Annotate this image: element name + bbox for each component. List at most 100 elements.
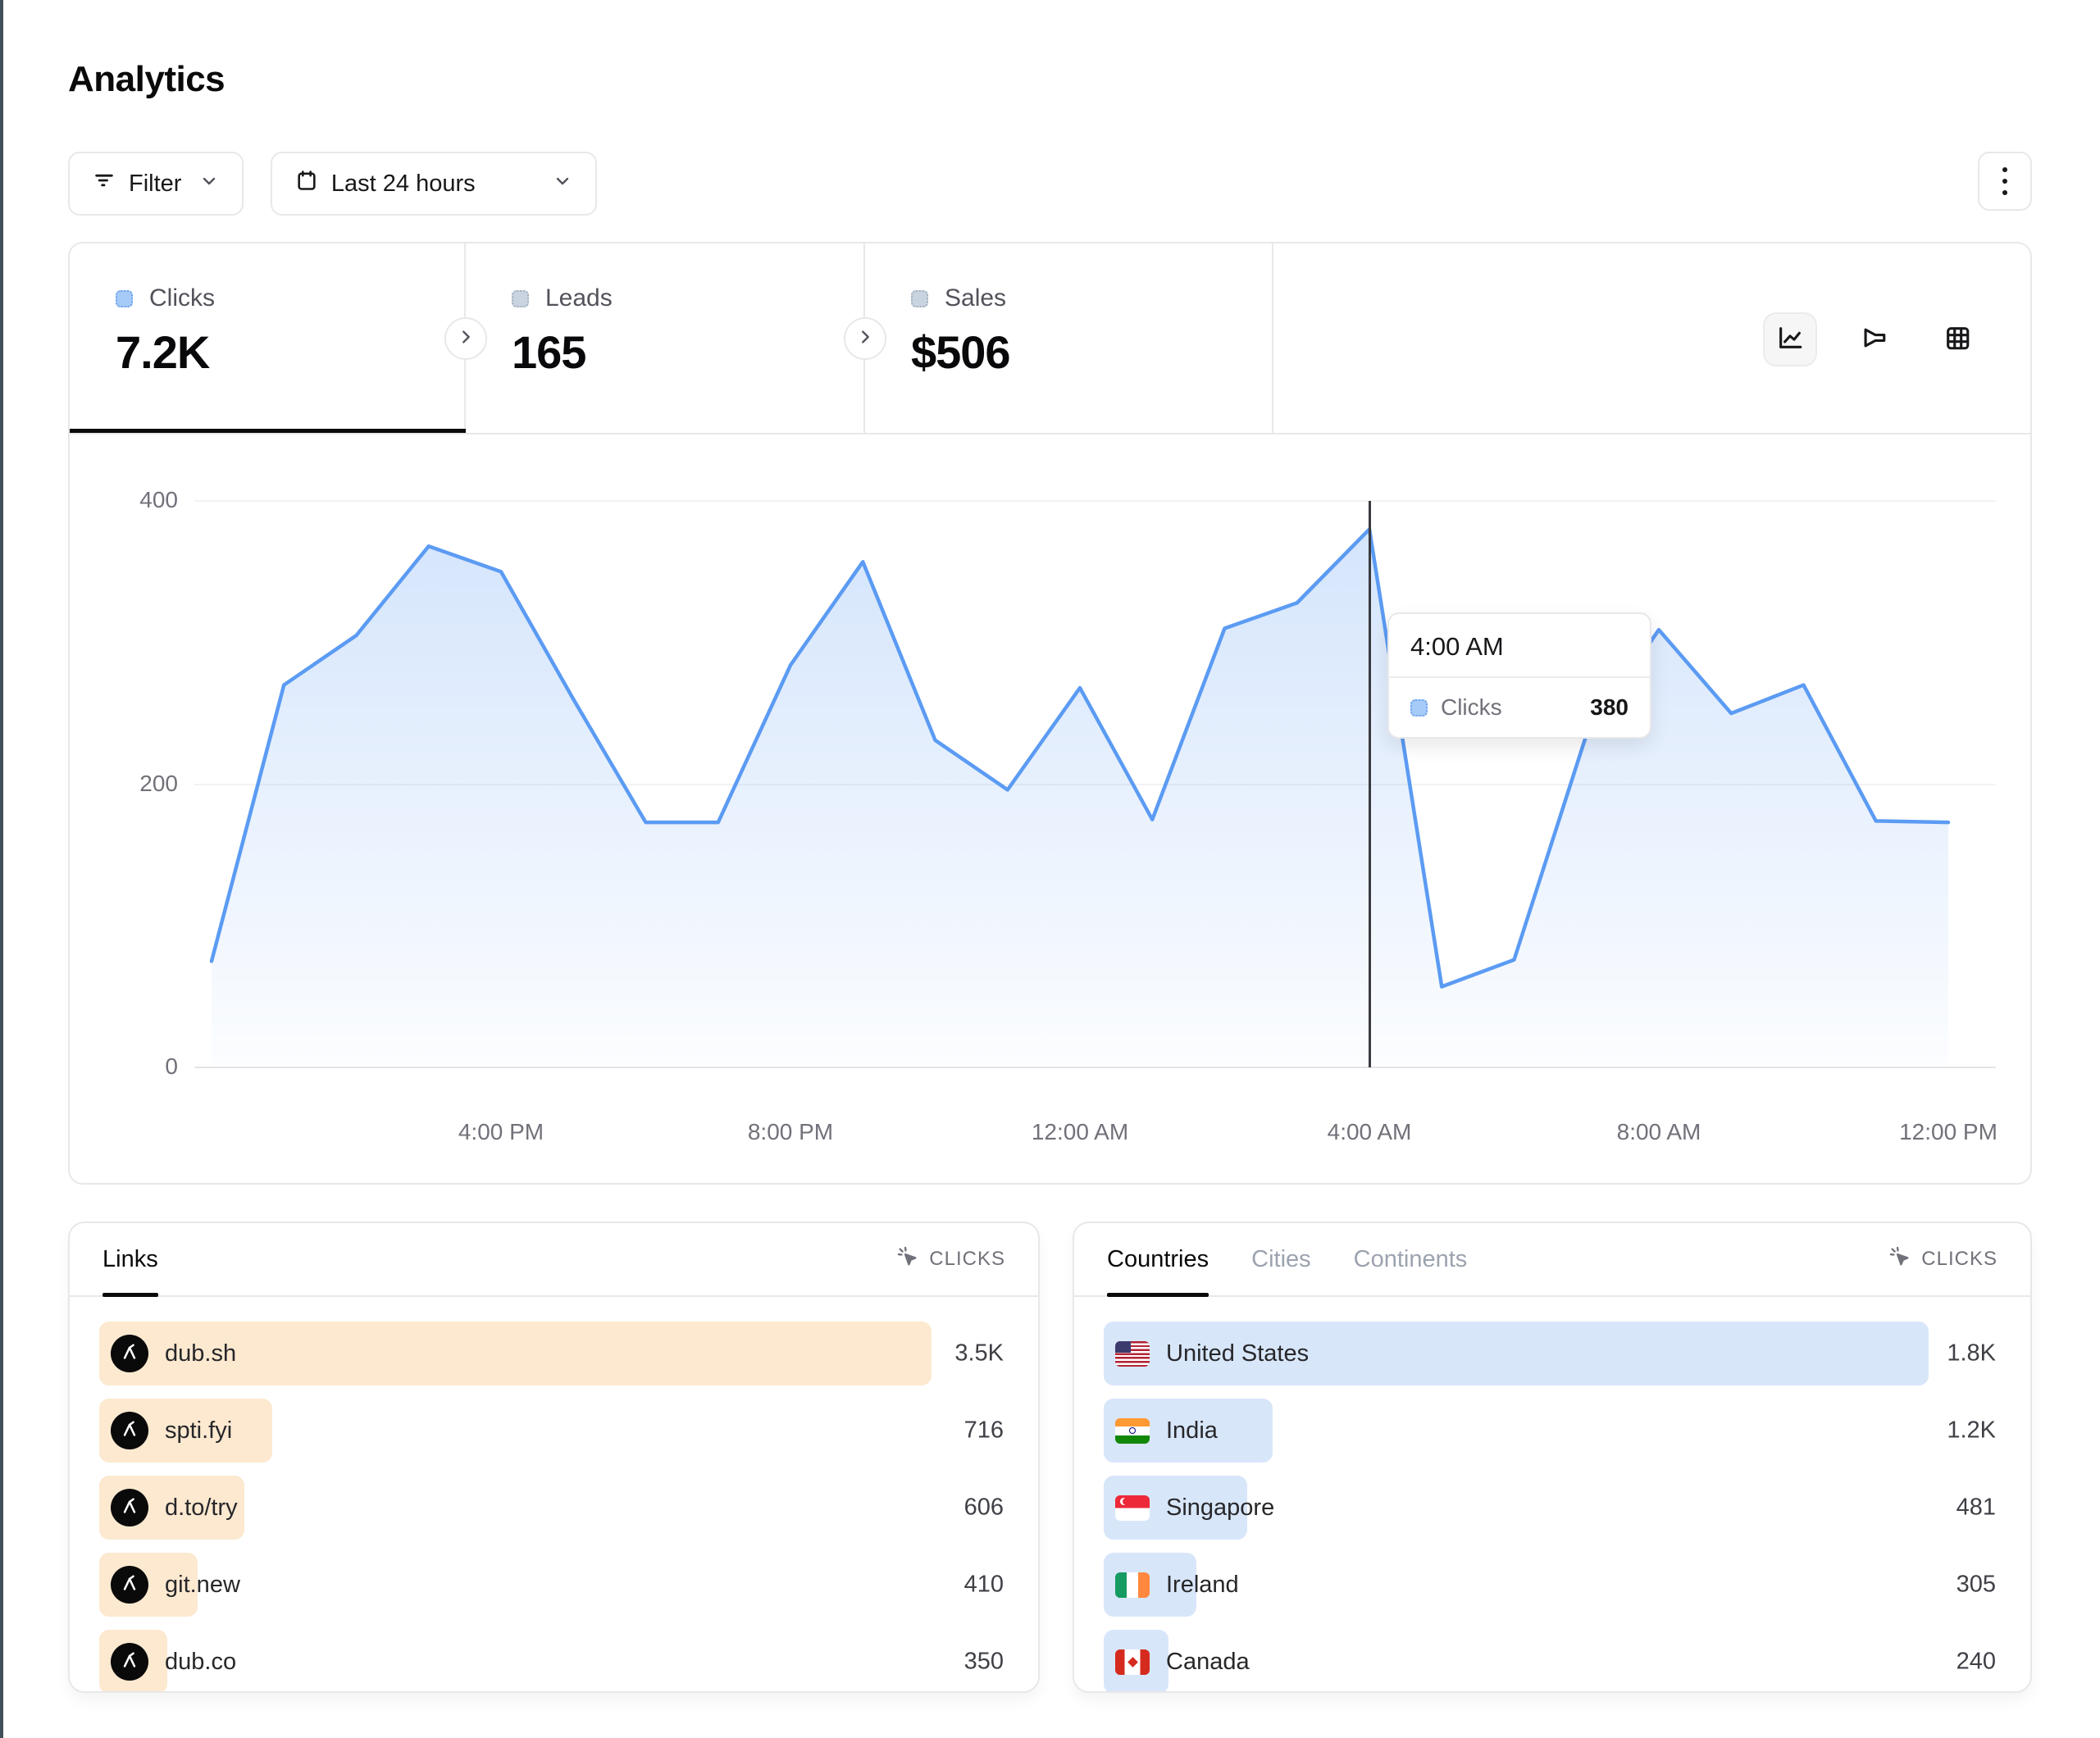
countries-panel-header: Countries Cities Continents CLICKS xyxy=(1074,1223,2030,1297)
dub-logo-icon xyxy=(111,1489,148,1526)
tab-clicks[interactable]: Clicks 7.2K xyxy=(70,243,466,433)
tooltip-value: 380 xyxy=(1590,694,1629,721)
links-panel-header: Links CLICKS xyxy=(70,1223,1038,1297)
link-row[interactable]: git.new 410 xyxy=(99,1553,1009,1617)
links-metric-header[interactable]: CLICKS xyxy=(896,1245,1005,1274)
tooltip-series-label: Clicks xyxy=(1441,694,1502,721)
singapore-flag-icon xyxy=(1115,1495,1150,1521)
clicks-chart[interactable]: 400 200 0 4:00 AM xyxy=(70,434,2030,1183)
date-range-button[interactable]: Last 24 hours xyxy=(271,152,597,216)
country-row[interactable]: United States 1.8K xyxy=(1104,1322,2001,1385)
sales-value: $506 xyxy=(911,325,1272,379)
filter-icon xyxy=(93,169,116,198)
toolbar: Filter Last 24 hours xyxy=(68,152,2032,217)
countries-panel: Countries Cities Continents CLICKS xyxy=(1073,1222,2032,1693)
link-row[interactable]: dub.co 350 xyxy=(99,1630,1009,1693)
country-label: Canada xyxy=(1166,1649,1250,1676)
link-row[interactable]: spti.fyi 716 xyxy=(99,1399,1009,1463)
x-axis-tick: 4:00 PM xyxy=(458,1119,544,1145)
country-label: United States xyxy=(1166,1340,1309,1367)
clicks-legend-chip xyxy=(116,290,133,307)
filter-button[interactable]: Filter xyxy=(68,152,244,216)
leads-tab-label: Leads xyxy=(545,284,613,312)
countries-rows: United States 1.8K India 1.2K xyxy=(1074,1297,2030,1693)
window-edge-stripe xyxy=(0,0,3,1738)
tab-links[interactable]: Links xyxy=(102,1223,158,1295)
link-row[interactable]: d.to/try 606 xyxy=(99,1476,1009,1540)
tooltip-time: 4:00 AM xyxy=(1389,614,1650,678)
tooltip-legend-chip xyxy=(1410,699,1428,717)
country-label: India xyxy=(1166,1417,1218,1445)
chevron-down-icon xyxy=(553,171,572,198)
sales-tab-label: Sales xyxy=(945,284,1006,312)
tab-continents[interactable]: Continents xyxy=(1354,1223,1468,1295)
countries-metric-header[interactable]: CLICKS xyxy=(1888,1245,1998,1274)
date-range-label: Last 24 hours xyxy=(331,171,476,198)
country-row[interactable]: Ireland 305 xyxy=(1104,1553,2001,1617)
chart-tooltip: 4:00 AM Clicks 380 xyxy=(1387,612,1651,739)
country-clicks-value: 1.2K xyxy=(1947,1417,1996,1445)
country-clicks-value: 481 xyxy=(1957,1495,1996,1522)
sales-legend-chip xyxy=(911,290,928,307)
country-row[interactable]: Singapore 481 xyxy=(1104,1476,2001,1540)
link-clicks-value: 350 xyxy=(964,1649,1004,1676)
x-axis-tick: 4:00 AM xyxy=(1328,1119,1412,1145)
filter-button-label: Filter xyxy=(129,171,181,198)
grid-icon xyxy=(1943,324,1971,356)
x-axis-tick: 12:00 PM xyxy=(1899,1119,1998,1145)
y-axis-tick: 400 xyxy=(78,487,178,513)
tab-countries[interactable]: Countries xyxy=(1107,1223,1209,1295)
link-label: spti.fyi xyxy=(165,1417,232,1445)
cursor-click-icon xyxy=(1888,1245,1911,1274)
country-clicks-value: 305 xyxy=(1957,1572,1996,1599)
metric-tabs-row: Clicks 7.2K Leads 165 Sales $506 xyxy=(70,243,2030,434)
more-options-button[interactable] xyxy=(1978,152,2032,211)
country-row[interactable]: India 1.2K xyxy=(1104,1399,2001,1463)
leads-value: 165 xyxy=(512,325,863,379)
analytics-chart-card: Clicks 7.2K Leads 165 Sales $506 xyxy=(68,242,2032,1185)
page-title: Analytics xyxy=(68,59,2032,100)
country-row[interactable]: Canada 240 xyxy=(1104,1630,2001,1693)
y-axis-tick: 0 xyxy=(78,1053,178,1080)
link-row[interactable]: dub.sh 3.5K xyxy=(99,1322,1009,1385)
chevron-right-icon xyxy=(457,328,475,350)
line-chart-view-button[interactable] xyxy=(1763,312,1817,366)
active-tab-underline xyxy=(70,429,466,433)
chart-series-area[interactable]: 4:00 AM Clicks 380 xyxy=(212,501,1948,1067)
tab-sales[interactable]: Sales $506 xyxy=(865,243,1273,433)
clicks-value: 7.2K xyxy=(116,325,464,379)
dub-logo-icon xyxy=(111,1566,148,1604)
funnel-view-button[interactable] xyxy=(1847,312,1901,366)
dub-logo-icon xyxy=(111,1643,148,1681)
line-chart-icon xyxy=(1776,324,1804,356)
link-clicks-value: 606 xyxy=(964,1495,1004,1522)
calendar-icon xyxy=(295,169,318,198)
expand-clicks-button[interactable] xyxy=(444,317,487,360)
expand-leads-button[interactable] xyxy=(844,317,886,360)
area-chart-svg xyxy=(212,501,1948,1067)
dub-logo-icon xyxy=(111,1335,148,1372)
x-axis-labels: 4:00 PM 8:00 PM 12:00 AM 4:00 AM 8:00 AM… xyxy=(212,1119,1948,1152)
ireland-flag-icon xyxy=(1115,1572,1150,1598)
x-axis-tick: 8:00 AM xyxy=(1617,1119,1701,1145)
tab-cities[interactable]: Cities xyxy=(1251,1223,1311,1295)
table-view-button[interactable] xyxy=(1930,312,1984,366)
chevron-down-icon xyxy=(199,171,219,198)
link-label: dub.sh xyxy=(165,1340,236,1367)
link-clicks-value: 3.5K xyxy=(954,1340,1004,1367)
links-panel: Links CLICKS dub.sh 3.5K xyxy=(68,1222,1040,1693)
tab-leads[interactable]: Leads 165 xyxy=(466,243,865,433)
leads-legend-chip xyxy=(512,290,529,307)
chart-view-switcher xyxy=(1763,312,1984,366)
country-label: Singapore xyxy=(1166,1495,1274,1522)
chevron-right-icon xyxy=(856,328,874,350)
cursor-click-icon xyxy=(896,1245,919,1274)
country-clicks-value: 1.8K xyxy=(1947,1340,1996,1367)
links-rows: dub.sh 3.5K spti.fyi 716 d.to/try 606 xyxy=(70,1297,1038,1693)
analytics-page: Analytics Filter Last 24 hours xyxy=(68,0,2032,100)
link-clicks-value: 410 xyxy=(964,1572,1004,1599)
country-clicks-value: 240 xyxy=(1957,1649,1996,1676)
link-label: dub.co xyxy=(165,1649,236,1676)
link-clicks-value: 716 xyxy=(964,1417,1004,1445)
x-axis-tick: 12:00 AM xyxy=(1032,1119,1128,1145)
